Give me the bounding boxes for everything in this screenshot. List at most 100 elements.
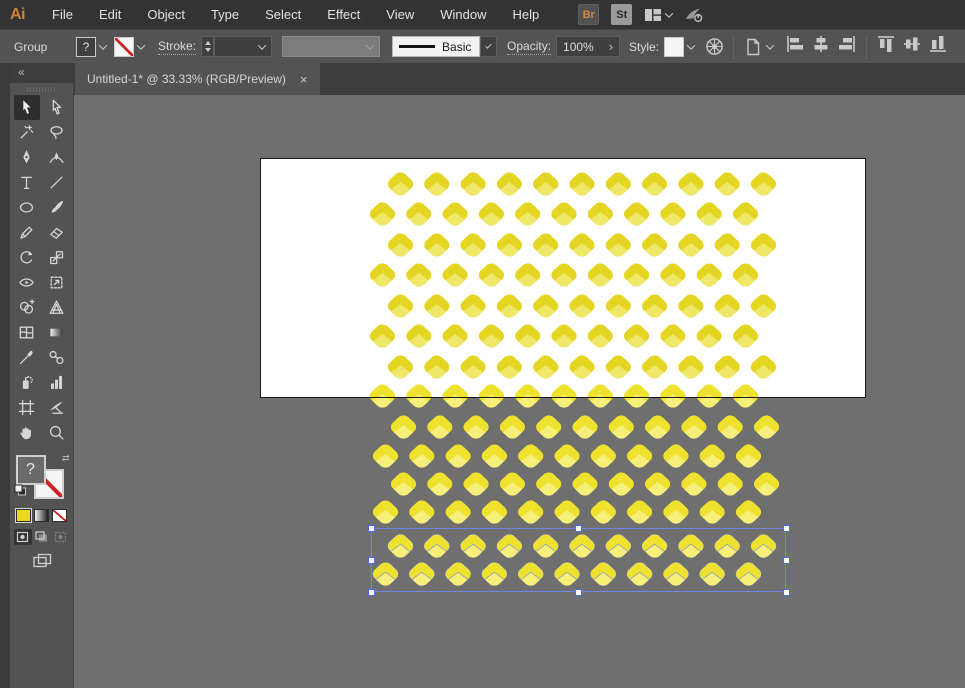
screen-mode-button[interactable] — [32, 553, 52, 574]
pattern-shape[interactable] — [678, 470, 709, 500]
pattern-shape[interactable] — [494, 353, 525, 383]
pattern-shape[interactable] — [388, 470, 419, 500]
pattern-shape[interactable] — [712, 292, 743, 322]
fill-color-dropdown[interactable] — [96, 37, 110, 57]
pattern-shape[interactable] — [458, 353, 489, 383]
pattern-shape[interactable] — [606, 470, 637, 500]
menu-item-view[interactable]: View — [373, 0, 427, 29]
pattern-shape[interactable] — [367, 382, 398, 412]
opacity-label[interactable]: Opacity: — [507, 39, 551, 55]
menu-item-file[interactable]: File — [39, 0, 86, 29]
pattern-shape[interactable] — [515, 560, 546, 590]
pattern-shape[interactable] — [621, 200, 652, 230]
pattern-shape[interactable] — [512, 382, 543, 412]
pattern-shape[interactable] — [548, 322, 579, 352]
pattern-shape[interactable] — [621, 382, 652, 412]
pattern-shape[interactable] — [603, 292, 634, 322]
pattern-shape[interactable] — [660, 560, 691, 590]
pattern-shape[interactable] — [424, 470, 455, 500]
pattern-shape[interactable] — [370, 442, 401, 472]
pattern-shape[interactable] — [458, 292, 489, 322]
pattern-shape[interactable] — [494, 292, 525, 322]
pattern-shape[interactable] — [694, 200, 725, 230]
align-bottom-button[interactable] — [928, 34, 948, 59]
pattern-shape[interactable] — [730, 200, 761, 230]
pattern-shape[interactable] — [639, 170, 670, 200]
menu-item-window[interactable]: Window — [427, 0, 499, 29]
pattern-shape[interactable] — [458, 231, 489, 261]
pattern-shape[interactable] — [730, 322, 761, 352]
selection-handle[interactable] — [783, 557, 790, 564]
document-tab[interactable]: Untitled-1* @ 33.33% (RGB/Preview) × — [75, 63, 320, 95]
pattern-shape[interactable] — [440, 322, 471, 352]
tool-ellipse[interactable] — [14, 195, 40, 220]
pattern-shape[interactable] — [657, 261, 688, 291]
pattern-shape[interactable] — [512, 200, 543, 230]
pattern-shape[interactable] — [639, 292, 670, 322]
pattern-shape[interactable] — [548, 382, 579, 412]
pattern-shape[interactable] — [497, 470, 528, 500]
swap-fill-stroke-icon[interactable]: ⇄ — [62, 453, 70, 464]
pattern-shape[interactable] — [533, 470, 564, 500]
pattern-shape[interactable] — [588, 560, 619, 590]
pattern-shape[interactable] — [421, 353, 452, 383]
pattern-shape[interactable] — [370, 560, 401, 590]
pattern-shape[interactable] — [675, 170, 706, 200]
pattern-shape[interactable] — [694, 322, 725, 352]
pattern-shape[interactable] — [479, 498, 510, 528]
tool-mesh[interactable] — [14, 320, 40, 345]
sync-status-button[interactable] — [684, 6, 704, 24]
pattern-shape[interactable] — [461, 470, 492, 500]
pattern-shape[interactable] — [551, 560, 582, 590]
tool-free-transform[interactable] — [44, 270, 70, 295]
pattern-shape[interactable] — [694, 382, 725, 412]
tool-slice[interactable] — [44, 395, 70, 420]
draw-inside-button[interactable] — [52, 529, 70, 545]
pattern-shape[interactable] — [588, 498, 619, 528]
pattern-shape[interactable] — [624, 498, 655, 528]
pattern-shape[interactable] — [515, 498, 546, 528]
stroke-weight-label[interactable]: Stroke: — [158, 39, 196, 55]
pattern-shape[interactable] — [443, 560, 474, 590]
selection-handle[interactable] — [575, 589, 582, 596]
pattern-shape[interactable] — [385, 353, 416, 383]
tool-rotate[interactable] — [14, 245, 40, 270]
pattern-shape[interactable] — [585, 322, 616, 352]
pattern-shape[interactable] — [621, 322, 652, 352]
align-top-button[interactable] — [876, 34, 896, 59]
pattern-shape[interactable] — [479, 442, 510, 472]
pattern-shape[interactable] — [476, 200, 507, 230]
pattern-shape[interactable] — [458, 532, 489, 562]
tool-lasso[interactable] — [44, 120, 70, 145]
pattern-shape[interactable] — [748, 170, 779, 200]
menu-item-edit[interactable]: Edit — [86, 0, 134, 29]
tool-gradient[interactable] — [44, 320, 70, 345]
pattern-shape[interactable] — [512, 261, 543, 291]
pattern-shape[interactable] — [569, 470, 600, 500]
pattern-shape[interactable] — [624, 560, 655, 590]
pattern-shape[interactable] — [748, 353, 779, 383]
pattern-shape[interactable] — [730, 261, 761, 291]
pattern-shape[interactable] — [675, 231, 706, 261]
none-fill-button[interactable] — [52, 509, 67, 522]
pattern-shape[interactable] — [440, 200, 471, 230]
pattern-shape[interactable] — [566, 170, 597, 200]
pattern-shape[interactable] — [406, 498, 437, 528]
pattern-shape[interactable] — [660, 442, 691, 472]
pattern-shape[interactable] — [697, 442, 728, 472]
pattern-shape[interactable] — [476, 261, 507, 291]
pattern-shape[interactable] — [660, 498, 691, 528]
collapse-panel-button[interactable]: « — [10, 63, 74, 83]
tool-selection[interactable] — [14, 95, 40, 120]
tool-scale[interactable] — [44, 245, 70, 270]
tool-zoom[interactable] — [44, 420, 70, 445]
pattern-shape[interactable] — [476, 322, 507, 352]
gradient-fill-button[interactable] — [34, 509, 49, 522]
tool-blend[interactable] — [44, 345, 70, 370]
stroke-weight-select[interactable] — [214, 36, 272, 57]
workspace-switcher-button[interactable] — [644, 7, 672, 23]
pattern-shape[interactable] — [675, 353, 706, 383]
tool-pen[interactable] — [14, 145, 40, 170]
tool-shape-builder[interactable] — [14, 295, 40, 320]
pattern-shape[interactable] — [566, 532, 597, 562]
